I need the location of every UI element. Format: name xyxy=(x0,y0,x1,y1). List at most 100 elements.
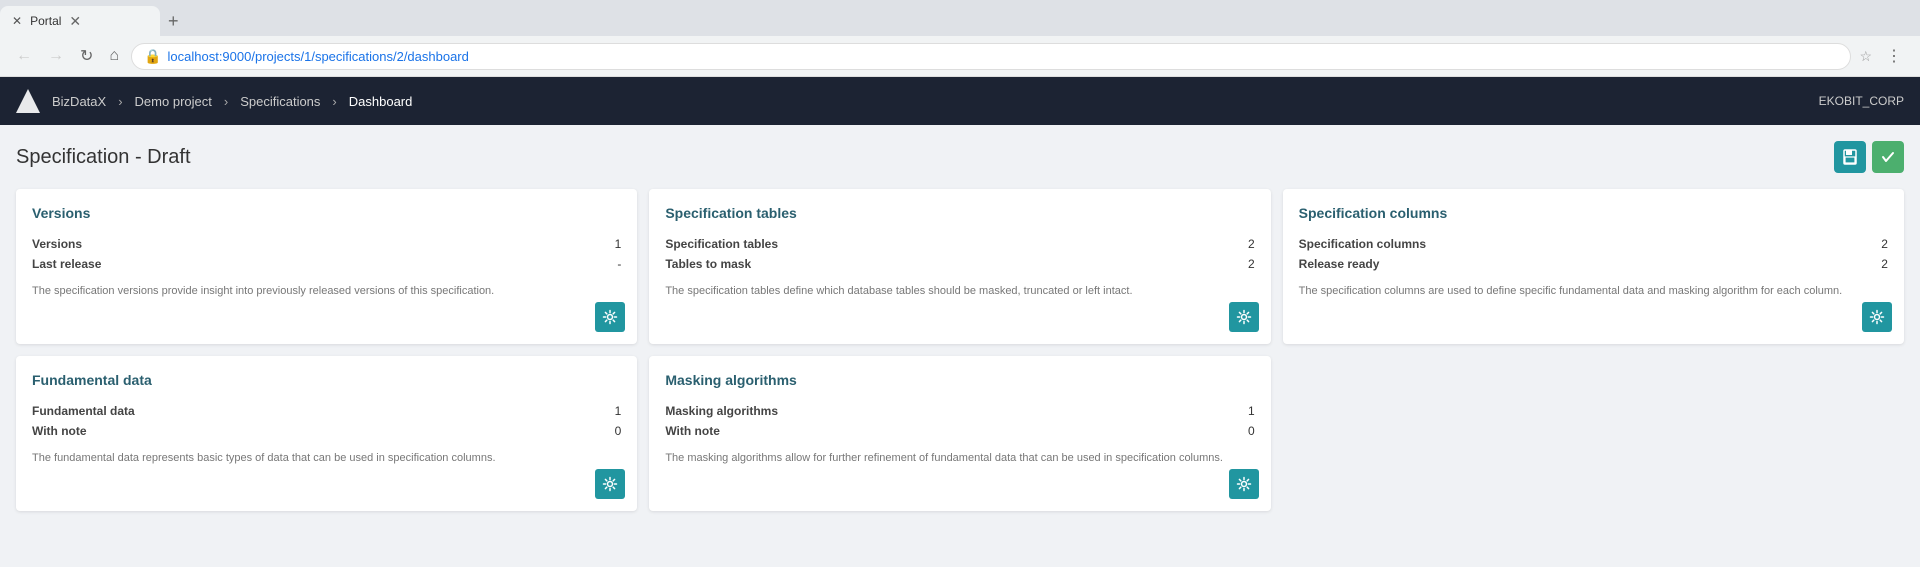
versions-stat-value-1: - xyxy=(617,257,621,271)
page-content: Specification - Draft Versions xyxy=(0,125,1920,567)
masking-algorithms-stat-label-1: With note xyxy=(665,424,720,438)
spec-columns-stat-row-0: Specification columns 2 xyxy=(1299,237,1888,251)
navbar-left: BizDataX › Demo project › Specifications… xyxy=(16,89,412,113)
reload-button[interactable]: ↻ xyxy=(76,44,97,68)
page-header: Specification - Draft xyxy=(16,141,1904,173)
browser-menu-button[interactable]: ⋮ xyxy=(1880,44,1908,68)
fundamental-data-card-title: Fundamental data xyxy=(32,372,621,388)
url-bar[interactable]: 🔒 localhost:9000/projects/1/specificatio… xyxy=(131,43,1851,70)
spec-tables-stat-row-0: Specification tables 2 xyxy=(665,237,1254,251)
fundamental-data-stat-row-1: With note 0 xyxy=(32,424,621,438)
versions-stat-label-1: Last release xyxy=(32,257,101,271)
confirm-button[interactable] xyxy=(1872,141,1904,173)
masking-algorithms-card-description: The masking algorithms allow for further… xyxy=(665,450,1254,467)
spec-columns-card-title: Specification columns xyxy=(1299,205,1888,221)
header-actions xyxy=(1834,141,1904,173)
home-button[interactable]: ⌂ xyxy=(105,45,123,67)
gear-icon xyxy=(1236,476,1252,492)
masking-algorithms-card-title: Masking algorithms xyxy=(665,372,1254,388)
versions-stat-value-0: 1 xyxy=(615,237,622,251)
app-navbar: BizDataX › Demo project › Specifications… xyxy=(0,77,1920,125)
spec-tables-card: Specification tables Specification table… xyxy=(649,189,1270,344)
fundamental-data-stat-value-0: 1 xyxy=(615,404,622,418)
breadcrumb-dashboard: Dashboard xyxy=(349,94,413,109)
fundamental-data-card-stats: Fundamental data 1 With note 0 xyxy=(32,404,621,438)
breadcrumb-sep-1: › xyxy=(118,94,122,109)
spec-columns-stat-row-1: Release ready 2 xyxy=(1299,257,1888,271)
app-logo xyxy=(16,89,40,113)
spec-columns-stat-label-1: Release ready xyxy=(1299,257,1380,271)
fundamental-data-stat-value-1: 0 xyxy=(615,424,622,438)
fundamental-data-card-description: The fundamental data represents basic ty… xyxy=(32,450,621,467)
back-button[interactable]: ← xyxy=(12,45,36,67)
gear-icon xyxy=(602,309,618,325)
save-button[interactable] xyxy=(1834,141,1866,173)
breadcrumb-sep-3: › xyxy=(332,94,336,109)
active-tab[interactable]: ✕ Portal ✕ xyxy=(0,6,160,36)
masking-algorithms-card: Masking algorithms Masking algorithms 1 … xyxy=(649,356,1270,511)
logo-icon xyxy=(16,89,40,113)
versions-card-description: The specification versions provide insig… xyxy=(32,283,621,300)
fundamental-data-stat-row-0: Fundamental data 1 xyxy=(32,404,621,418)
lock-icon: 🔒 xyxy=(144,48,161,65)
spec-tables-stat-label-1: Tables to mask xyxy=(665,257,751,271)
fundamental-data-settings-button[interactable] xyxy=(595,469,625,499)
check-icon xyxy=(1880,149,1896,165)
spec-tables-card-stats: Specification tables 2 Tables to mask 2 xyxy=(665,237,1254,271)
empty-card-slot xyxy=(1283,356,1904,511)
versions-stat-label-0: Versions xyxy=(32,237,82,251)
tab-close-button[interactable]: ✕ xyxy=(69,13,81,30)
gear-icon xyxy=(1869,309,1885,325)
browser-chrome: ✕ Portal ✕ + ← → ↻ ⌂ 🔒 localhost:9000/pr… xyxy=(0,0,1920,77)
versions-card: Versions Versions 1 Last release - The s… xyxy=(16,189,637,344)
spec-tables-stat-value-0: 2 xyxy=(1248,237,1255,251)
tab-title: Portal xyxy=(30,14,61,28)
navbar-user: EKOBIT_CORP xyxy=(1819,94,1904,108)
url-text: localhost:9000/projects/1/specifications… xyxy=(168,49,1839,64)
masking-algorithms-stat-row-0: Masking algorithms 1 xyxy=(665,404,1254,418)
spec-columns-card: Specification columns Specification colu… xyxy=(1283,189,1904,344)
versions-card-stats: Versions 1 Last release - xyxy=(32,237,621,271)
masking-algorithms-stat-label-0: Masking algorithms xyxy=(665,404,778,418)
page-title: Specification - Draft xyxy=(16,146,191,169)
gear-icon xyxy=(1236,309,1252,325)
forward-button[interactable]: → xyxy=(44,45,68,67)
fundamental-data-card: Fundamental data Fundamental data 1 With… xyxy=(16,356,637,511)
gear-icon xyxy=(602,476,618,492)
bottom-cards-row: Fundamental data Fundamental data 1 With… xyxy=(16,356,1904,511)
masking-algorithms-stat-value-1: 0 xyxy=(1248,424,1255,438)
spec-tables-stat-value-1: 2 xyxy=(1248,257,1255,271)
spec-columns-stat-label-0: Specification columns xyxy=(1299,237,1426,251)
versions-stat-row-0: Versions 1 xyxy=(32,237,621,251)
masking-algorithms-settings-button[interactable] xyxy=(1229,469,1259,499)
spec-tables-card-title: Specification tables xyxy=(665,205,1254,221)
spec-columns-card-stats: Specification columns 2 Release ready 2 xyxy=(1299,237,1888,271)
spec-columns-card-description: The specification columns are used to de… xyxy=(1299,283,1888,300)
save-icon xyxy=(1842,149,1858,165)
bookmark-icon[interactable]: ☆ xyxy=(1859,48,1872,65)
breadcrumb-bizdatax[interactable]: BizDataX xyxy=(52,94,106,109)
tab-bar: ✕ Portal ✕ + xyxy=(0,0,1920,36)
masking-algorithms-card-stats: Masking algorithms 1 With note 0 xyxy=(665,404,1254,438)
tab-favicon: ✕ xyxy=(12,14,22,28)
spec-tables-settings-button[interactable] xyxy=(1229,302,1259,332)
breadcrumb-demo-project[interactable]: Demo project xyxy=(135,94,212,109)
spec-tables-stat-label-0: Specification tables xyxy=(665,237,778,251)
new-tab-button[interactable]: + xyxy=(160,11,187,32)
spec-tables-card-description: The specification tables define which da… xyxy=(665,283,1254,300)
versions-stat-row-1: Last release - xyxy=(32,257,621,271)
breadcrumb-sep-2: › xyxy=(224,94,228,109)
fundamental-data-stat-label-0: Fundamental data xyxy=(32,404,135,418)
versions-settings-button[interactable] xyxy=(595,302,625,332)
spec-tables-stat-row-1: Tables to mask 2 xyxy=(665,257,1254,271)
spec-columns-stat-value-1: 2 xyxy=(1881,257,1888,271)
masking-algorithms-stat-row-1: With note 0 xyxy=(665,424,1254,438)
breadcrumb-specifications[interactable]: Specifications xyxy=(240,94,320,109)
fundamental-data-stat-label-1: With note xyxy=(32,424,87,438)
masking-algorithms-stat-value-0: 1 xyxy=(1248,404,1255,418)
versions-card-title: Versions xyxy=(32,205,621,221)
spec-columns-settings-button[interactable] xyxy=(1862,302,1892,332)
top-cards-row: Versions Versions 1 Last release - The s… xyxy=(16,189,1904,344)
address-bar: ← → ↻ ⌂ 🔒 localhost:9000/projects/1/spec… xyxy=(0,36,1920,76)
spec-columns-stat-value-0: 2 xyxy=(1881,237,1888,251)
